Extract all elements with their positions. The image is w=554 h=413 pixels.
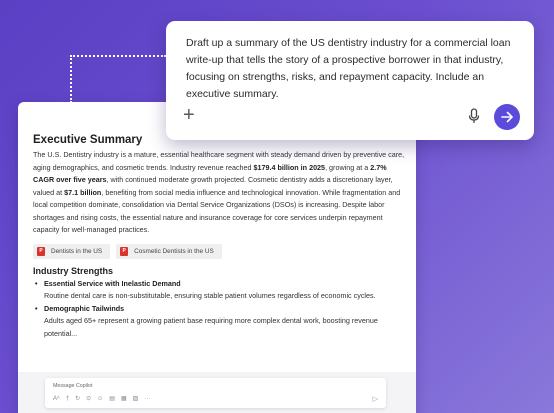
pdf-icon: P bbox=[37, 246, 45, 256]
format-icon[interactable]: Aᴬ bbox=[53, 396, 60, 402]
attach-icon[interactable]: † bbox=[66, 396, 69, 402]
copilot-icon[interactable]: ⊙ bbox=[86, 395, 91, 402]
strength-item: Essential Service with Inelastic Demand … bbox=[33, 278, 406, 303]
plus-icon[interactable]: + bbox=[183, 105, 195, 125]
strength-body: Adults aged 65+ represent a growing pati… bbox=[44, 316, 378, 338]
connector-line bbox=[70, 55, 166, 57]
industry-strengths-heading: Industry Strengths bbox=[33, 265, 114, 276]
connector-line-vertical bbox=[70, 55, 72, 103]
executive-summary-text: The U.S. Dentistry industry is a mature,… bbox=[33, 150, 405, 234]
prompt-input[interactable]: Draft up a summary of the US dentistry i… bbox=[186, 35, 511, 103]
prompt-card: Draft up a summary of the US dentistry i… bbox=[166, 21, 534, 140]
document-card: Executive Summary The U.S. Dentistry ind… bbox=[18, 102, 416, 413]
citation-chip-cosmetic-dentists[interactable]: P Cosmetic Dentists in the US bbox=[116, 243, 222, 259]
citation-row: P Dentists in the US P Cosmetic Dentists… bbox=[33, 243, 406, 259]
composer-toolbar: Aᴬ † ↻ ⊙ ☺ ▤ ▦ ▧ ··· bbox=[53, 395, 150, 403]
send-icon[interactable]: ▷ bbox=[373, 395, 378, 403]
strength-title: Demographic Tailwinds bbox=[33, 303, 406, 316]
microphone-icon[interactable] bbox=[467, 108, 481, 124]
strength-body: Routine dental care is non-substitutable… bbox=[44, 291, 376, 300]
loop-icon[interactable]: ↻ bbox=[75, 395, 80, 402]
arrow-right-icon bbox=[501, 111, 513, 123]
send-button[interactable] bbox=[494, 104, 520, 130]
composer-area: Message Copilot Aᴬ † ↻ ⊙ ☺ ▤ ▦ ▧ ··· ▷ bbox=[18, 372, 416, 413]
citation-chip-dentists[interactable]: P Dentists in the US bbox=[33, 243, 111, 259]
schedule-icon[interactable]: ▧ bbox=[133, 395, 139, 402]
pdf-icon: P bbox=[120, 246, 129, 256]
more-options-icon[interactable]: ··· bbox=[144, 396, 150, 402]
composer-placeholder[interactable]: Message Copilot bbox=[53, 383, 92, 389]
strength-title: Essential Service with Inelastic Demand bbox=[33, 278, 406, 291]
strength-item: Demographic Tailwinds Adults aged 65+ re… bbox=[33, 303, 406, 341]
sticker-icon[interactable]: ▦ bbox=[121, 395, 127, 402]
message-composer[interactable]: Message Copilot Aᴬ † ↻ ⊙ ☺ ▤ ▦ ▧ ··· ▷ bbox=[45, 378, 386, 408]
emoji-icon[interactable]: ☺ bbox=[97, 396, 103, 402]
gif-icon[interactable]: ▤ bbox=[109, 395, 115, 402]
